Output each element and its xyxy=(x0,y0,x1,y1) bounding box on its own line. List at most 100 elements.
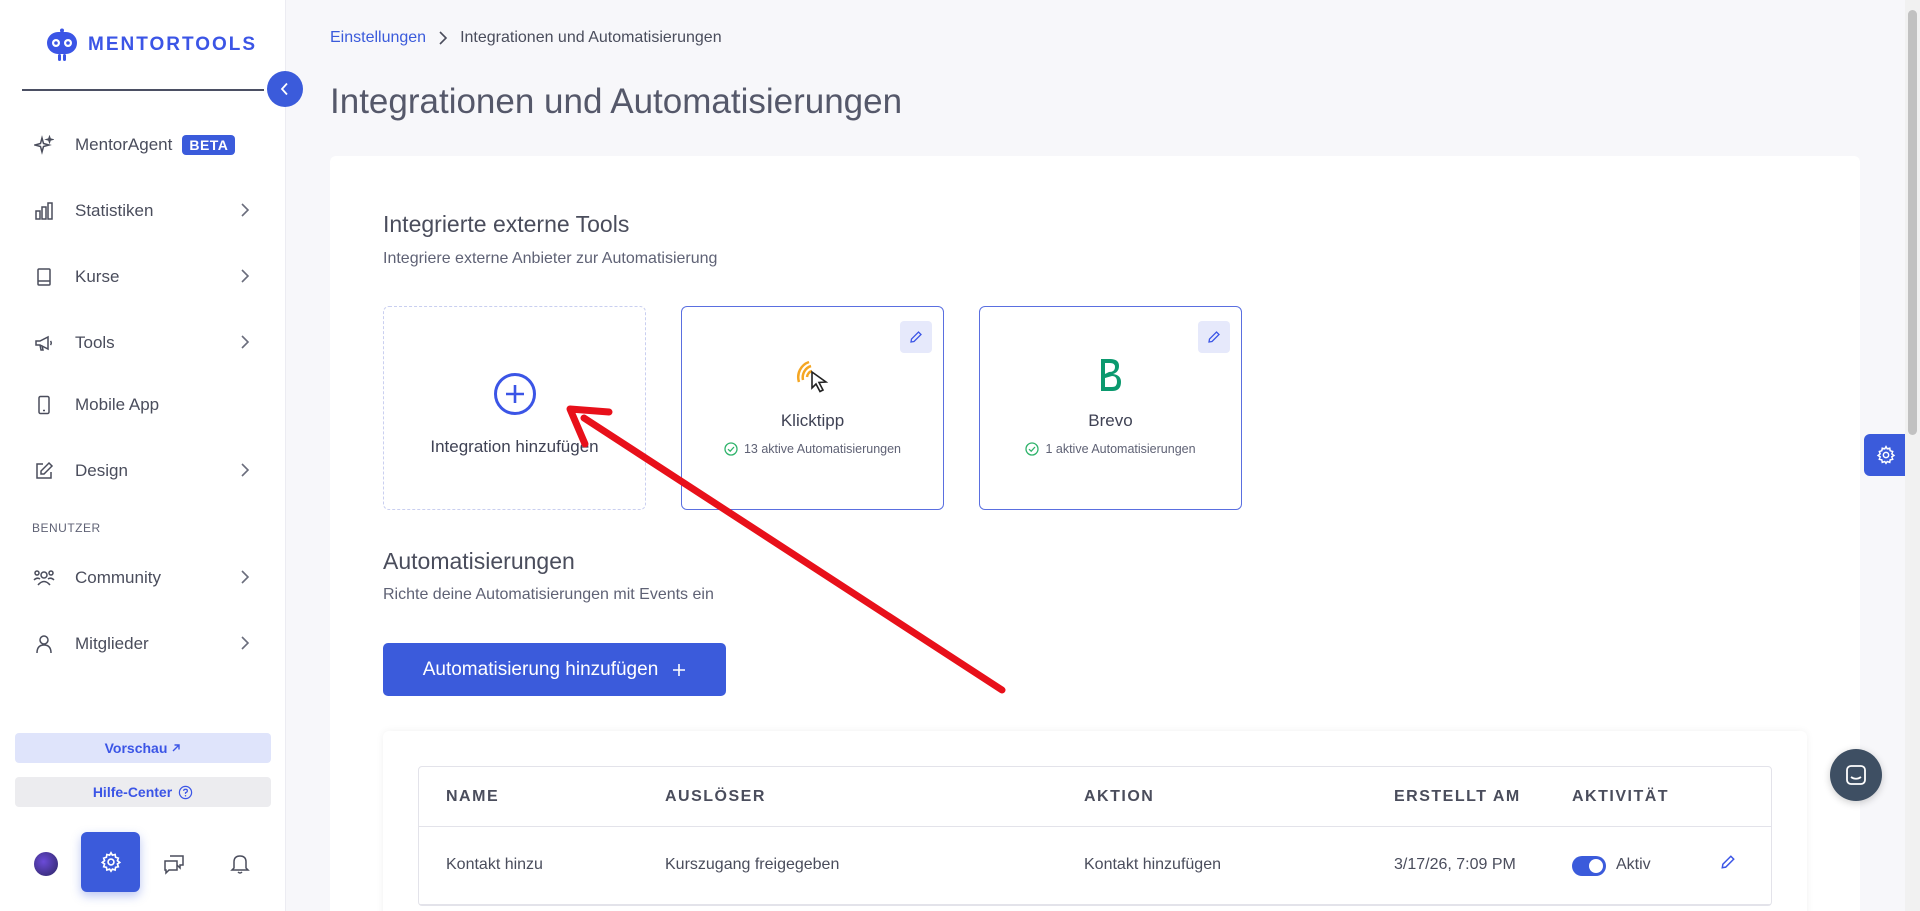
cell-name: Kontakt hinzu xyxy=(446,856,543,873)
sidebar-item-label: Mitglieder xyxy=(75,634,149,653)
automations-section-subtitle: Richte deine Automatisierungen mit Event… xyxy=(383,586,714,603)
sidebar-item-tools[interactable]: Tools xyxy=(32,323,254,363)
breadcrumb-link-einstellungen[interactable]: Einstellungen xyxy=(330,29,426,47)
cell-activity: Aktiv xyxy=(1616,856,1651,873)
sidebar-item-label: Mobile App xyxy=(75,395,160,414)
tools-section-title: Integrierte externe Tools xyxy=(383,211,630,237)
chevron-right-icon xyxy=(241,335,250,349)
sidebar-item-community[interactable]: Community xyxy=(32,558,254,598)
automations-table-card: NAME AUSLÖSER AKTION ERSTELLT AM AKTIVIT… xyxy=(383,731,1807,911)
brand-logo[interactable]: MENTORTOOLS xyxy=(44,28,257,62)
sidebar-item-label: Kurse xyxy=(75,267,120,286)
tools-section-subtitle: Integriere externe Anbieter zur Automati… xyxy=(383,250,718,267)
brand-name: MENTORTOOLS xyxy=(88,34,258,55)
automations-section-title: Automatisierungen xyxy=(383,548,575,574)
robot-logo-icon xyxy=(47,28,77,61)
pencil-icon xyxy=(1721,855,1735,869)
gear-icon xyxy=(1876,445,1896,465)
beta-badge: BETA xyxy=(182,135,236,155)
sidebar-item-label: Statistiken xyxy=(75,201,154,220)
edit-automation-button[interactable] xyxy=(1720,854,1736,875)
breadcrumb-current: Integrationen und Automatisierungen xyxy=(460,29,722,46)
integration-name: Klicktipp xyxy=(780,411,845,430)
check-circle-icon xyxy=(1025,442,1040,456)
chat-icon xyxy=(164,855,184,875)
messages-button[interactable] xyxy=(160,850,188,878)
external-link-icon xyxy=(172,744,181,752)
sidebar-item-mitglieder[interactable]: Mitglieder xyxy=(32,624,254,664)
integration-card-brevo[interactable]: Brevo 1 aktive Automatisierungen xyxy=(979,306,1242,510)
help-center-button[interactable]: Hilfe-Center xyxy=(15,777,271,807)
sparkle-icon xyxy=(32,133,56,157)
edit-integration-button[interactable] xyxy=(1198,321,1230,353)
gear-icon xyxy=(100,851,121,873)
support-chat-button[interactable] xyxy=(1830,749,1882,801)
sidebar-item-mobile-app[interactable]: Mobile App xyxy=(32,385,254,425)
column-header-created: ERSTELLT AM xyxy=(1394,788,1521,805)
add-automation-label: Automatisierung hinzufügen xyxy=(422,658,659,680)
add-automation-button[interactable]: Automatisierung hinzufügen xyxy=(383,643,726,696)
integration-name: Brevo xyxy=(1088,411,1133,430)
sidebar-item-label: Community xyxy=(75,568,161,587)
klicktipp-logo xyxy=(682,355,943,395)
megaphone-icon xyxy=(32,331,56,355)
sidebar: MENTORTOOLS MentorAgent BETA Statistiken… xyxy=(0,0,286,911)
notifications-button[interactable] xyxy=(226,850,254,878)
brevo-logo xyxy=(980,355,1241,395)
sidebar-item-design[interactable]: Design xyxy=(32,451,254,491)
sidebar-item-label: Tools xyxy=(75,333,115,352)
integration-card-klicktipp[interactable]: Klicktipp 13 aktive Automatisierungen xyxy=(681,306,944,510)
floating-settings-button[interactable] xyxy=(1864,434,1908,476)
users-icon xyxy=(32,566,56,590)
scrollbar[interactable] xyxy=(1905,0,1920,911)
column-header-name: NAME xyxy=(446,788,500,805)
pencil-icon xyxy=(1208,331,1220,343)
chevron-right-icon xyxy=(241,269,250,283)
table-header: NAME AUSLÖSER AKTION ERSTELLT AM AKTIVIT… xyxy=(419,767,1771,827)
collapse-sidebar-button[interactable] xyxy=(267,71,303,107)
add-integration-label: Integration hinzufügen xyxy=(430,437,599,456)
settings-button[interactable] xyxy=(81,832,140,892)
chevron-right-icon xyxy=(241,636,250,650)
brevo-b-icon xyxy=(1100,359,1121,391)
avatar[interactable] xyxy=(34,852,58,876)
add-integration-card[interactable]: Integration hinzufügen xyxy=(383,306,646,510)
sidebar-item-label: MentorAgent xyxy=(75,135,173,154)
chat-bubble-icon xyxy=(1846,765,1866,785)
pencil-icon xyxy=(910,331,922,343)
edit-integration-button[interactable] xyxy=(900,321,932,353)
check-circle-icon xyxy=(724,442,738,456)
scrollbar-thumb[interactable] xyxy=(1908,10,1917,435)
help-center-label: Hilfe-Center xyxy=(92,784,173,800)
edit-icon xyxy=(32,459,56,483)
sidebar-item-mentoragent[interactable]: MentorAgent BETA xyxy=(32,125,254,165)
book-icon xyxy=(32,265,56,289)
chevron-left-icon xyxy=(280,82,288,96)
cell-action: Kontakt hinzufügen xyxy=(1084,856,1221,873)
integration-status-text: 1 aktive Automatisierungen xyxy=(1045,442,1196,456)
integration-status: 13 aktive Automatisierungen xyxy=(682,442,943,456)
sidebar-item-statistiken[interactable]: Statistiken xyxy=(32,191,254,231)
preview-label: Vorschau xyxy=(104,740,168,756)
section-label-benutzer: BENUTZER xyxy=(32,521,101,535)
sidebar-item-kurse[interactable]: Kurse xyxy=(32,257,254,297)
chevron-right-icon xyxy=(241,570,250,584)
cell-trigger: Kurszugang freigegeben xyxy=(665,856,840,873)
bar-chart-icon xyxy=(32,199,56,223)
preview-button[interactable]: Vorschau xyxy=(15,733,271,763)
automations-table: NAME AUSLÖSER AKTION ERSTELLT AM AKTIVIT… xyxy=(418,766,1772,906)
cell-created: 3/17/26, 7:09 PM xyxy=(1394,856,1516,873)
plus-circle-icon xyxy=(494,373,536,415)
page-title: Integrationen und Automatisierungen xyxy=(330,82,903,121)
table-row[interactable]: Kontakt hinzu Kurszugang freigegeben Kon… xyxy=(419,827,1771,905)
activity-toggle[interactable] xyxy=(1572,856,1606,876)
chevron-right-icon xyxy=(439,31,448,45)
sidebar-item-label: Design xyxy=(75,461,128,480)
column-header-action: AKTION xyxy=(1084,788,1155,805)
plus-icon xyxy=(673,663,686,676)
question-circle-icon xyxy=(178,785,193,799)
integration-status-text: 13 aktive Automatisierungen xyxy=(743,442,902,456)
breadcrumb: Einstellungen Integrationen und Automati… xyxy=(330,29,722,47)
chevron-right-icon xyxy=(241,463,250,477)
integration-status: 1 aktive Automatisierungen xyxy=(980,442,1241,456)
